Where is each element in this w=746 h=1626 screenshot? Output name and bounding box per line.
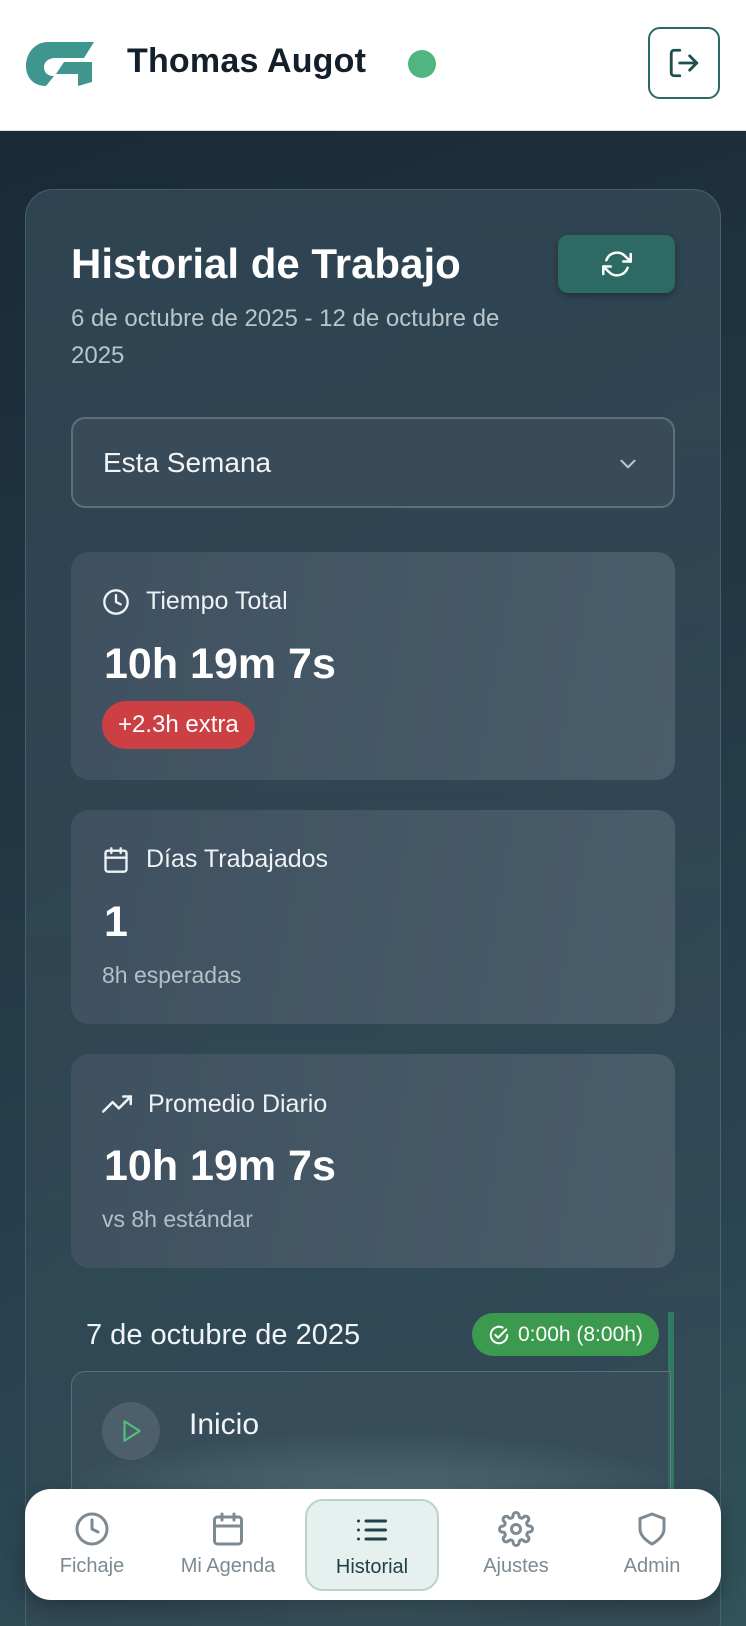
check-circle-icon bbox=[489, 1325, 509, 1344]
period-select[interactable]: Esta Semana bbox=[71, 417, 675, 508]
nav-ajustes-label: Ajustes bbox=[483, 1555, 549, 1577]
calendar-icon bbox=[213, 1512, 243, 1546]
shield-icon bbox=[638, 1512, 666, 1546]
daily-average-label: Promedio Diario bbox=[148, 1089, 328, 1118]
days-worked-header: Días Trabajados bbox=[102, 845, 328, 874]
daily-average-header: Promedio Diario bbox=[102, 1089, 327, 1119]
nav-fichaje-label: Fichaje bbox=[59, 1555, 125, 1577]
days-worked-label: Días Trabajados bbox=[146, 845, 329, 873]
overtime-badge: +2.3h extra bbox=[102, 701, 255, 749]
total-time-value: 10h 19m 7s bbox=[104, 640, 336, 688]
nav-admin-label: Admin bbox=[623, 1555, 681, 1577]
clock-icon bbox=[103, 588, 129, 615]
nav-fichaje[interactable]: Fichaje bbox=[25, 1489, 159, 1600]
logout-button[interactable] bbox=[648, 27, 720, 99]
nav-admin[interactable]: Admin bbox=[585, 1489, 719, 1600]
user-name: Thomas Augot bbox=[127, 42, 367, 80]
daily-average-sub: vs 8h estándar bbox=[102, 1206, 253, 1232]
nav-historial[interactable]: Historial bbox=[305, 1499, 439, 1591]
nav-mi-agenda[interactable]: Mi Agenda bbox=[161, 1489, 295, 1600]
nav-mi-agenda-label: Mi Agenda bbox=[180, 1555, 276, 1577]
refresh-icon bbox=[601, 251, 632, 277]
gear-icon bbox=[498, 1511, 534, 1547]
brand-logo bbox=[26, 42, 94, 86]
list-icon bbox=[357, 1519, 387, 1540]
day-hours-badge: 0:00h (8:00h) bbox=[472, 1313, 659, 1356]
chevron-down-icon bbox=[620, 459, 636, 469]
bottom-navigation: Fichaje Mi Agenda Historial Ajustes Admi… bbox=[25, 1489, 721, 1600]
day-date: 7 de octubre de 2025 bbox=[86, 1319, 361, 1351]
daily-average-card: Promedio Diario 10h 19m 7s vs 8h estánda… bbox=[71, 1054, 675, 1268]
total-time-header: Tiempo Total bbox=[102, 587, 288, 616]
period-select-value: Esta Semana bbox=[103, 447, 272, 478]
days-worked-sub: 8h esperadas bbox=[102, 962, 242, 988]
trending-up-icon bbox=[102, 1095, 132, 1113]
online-status-dot bbox=[408, 50, 436, 78]
total-time-label: Tiempo Total bbox=[146, 587, 288, 615]
date-range: 6 de octubre de 2025 - 12 de octubre de … bbox=[71, 305, 500, 369]
refresh-button[interactable] bbox=[558, 235, 675, 293]
clock-icon bbox=[75, 1512, 109, 1546]
days-worked-card: Días Trabajados 1 8h esperadas bbox=[71, 810, 675, 1024]
nav-historial-label: Historial bbox=[335, 1555, 409, 1578]
logout-icon bbox=[669, 48, 699, 78]
days-worked-value: 1 bbox=[104, 898, 128, 946]
app-header: Thomas Augot bbox=[0, 0, 746, 131]
day-hours-text: 0:00h (8:00h) bbox=[518, 1322, 643, 1346]
daily-average-value: 10h 19m 7s bbox=[104, 1142, 336, 1190]
calendar-icon bbox=[104, 846, 128, 873]
page-title: Historial de Trabajo bbox=[71, 240, 461, 287]
total-time-card: Tiempo Total 10h 19m 7s +2.3h extra bbox=[71, 552, 675, 780]
nav-ajustes[interactable]: Ajustes bbox=[449, 1489, 583, 1600]
